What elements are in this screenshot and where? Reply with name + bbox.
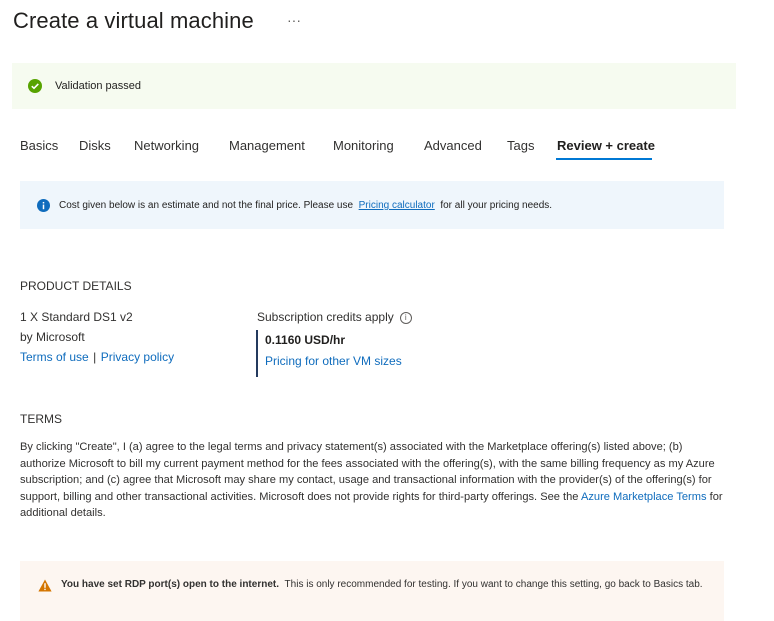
- warning-text: You have set RDP port(s) open to the int…: [61, 578, 711, 591]
- pricing-calculator-link[interactable]: Pricing calculator: [359, 200, 435, 211]
- tab-networking[interactable]: Networking: [134, 138, 199, 153]
- legal-links: Terms of use | Privacy policy: [20, 348, 174, 366]
- check-circle-icon: [28, 79, 42, 93]
- page-title: Create a virtual machine: [13, 8, 254, 33]
- cost-info-suffix: for all your pricing needs.: [440, 200, 553, 211]
- tab-disks[interactable]: Disks: [79, 138, 111, 153]
- publisher: by Microsoft: [20, 330, 85, 344]
- tab-monitoring[interactable]: Monitoring: [333, 138, 394, 153]
- cost-info-banner: Cost given below is an estimate and not …: [20, 181, 724, 229]
- privacy-policy-link[interactable]: Privacy policy: [101, 350, 174, 364]
- warning-bold-text: You have set RDP port(s) open to the int…: [61, 579, 279, 590]
- terms-text: By clicking "Create", I (a) agree to the…: [20, 439, 724, 522]
- warning-icon: [38, 579, 52, 592]
- cost-info-text: Cost given below is an estimate and not …: [59, 200, 552, 211]
- warning-detail-text: This is only recommended for testing. If…: [284, 579, 703, 590]
- other-vm-sizes-link[interactable]: Pricing for other VM sizes: [265, 354, 402, 368]
- tab-review-create[interactable]: Review + create: [557, 138, 655, 153]
- tab-management[interactable]: Management: [229, 138, 305, 153]
- vm-price: 0.1160 USD/hr: [265, 333, 346, 347]
- active-tab-indicator: [556, 158, 652, 160]
- cost-info-prefix: Cost given below is an estimate and not …: [59, 200, 354, 211]
- validation-text: Validation passed: [55, 80, 142, 92]
- tab-advanced[interactable]: Advanced: [424, 138, 482, 153]
- azure-marketplace-terms-link[interactable]: Azure Marketplace Terms: [581, 491, 707, 503]
- info-icon: [37, 199, 50, 212]
- subscription-credits-label: Subscription credits apply: [257, 310, 394, 324]
- link-separator: |: [93, 350, 97, 364]
- product-name: 1 X Standard DS1 v2: [20, 310, 133, 324]
- price-accent-bar: [256, 330, 258, 377]
- tab-basics[interactable]: Basics: [20, 138, 58, 153]
- more-options-icon[interactable]: ···: [287, 12, 301, 28]
- rdp-warning-banner: You have set RDP port(s) open to the int…: [20, 561, 724, 621]
- subscription-credits: Subscription credits apply i: [257, 310, 412, 324]
- validation-banner: Validation passed: [12, 63, 736, 109]
- tab-tags[interactable]: Tags: [507, 138, 534, 153]
- product-details-heading: PRODUCT DETAILS: [20, 279, 132, 293]
- terms-of-use-link[interactable]: Terms of use: [20, 350, 89, 364]
- credits-info-icon[interactable]: i: [399, 312, 412, 324]
- terms-heading: TERMS: [20, 412, 62, 426]
